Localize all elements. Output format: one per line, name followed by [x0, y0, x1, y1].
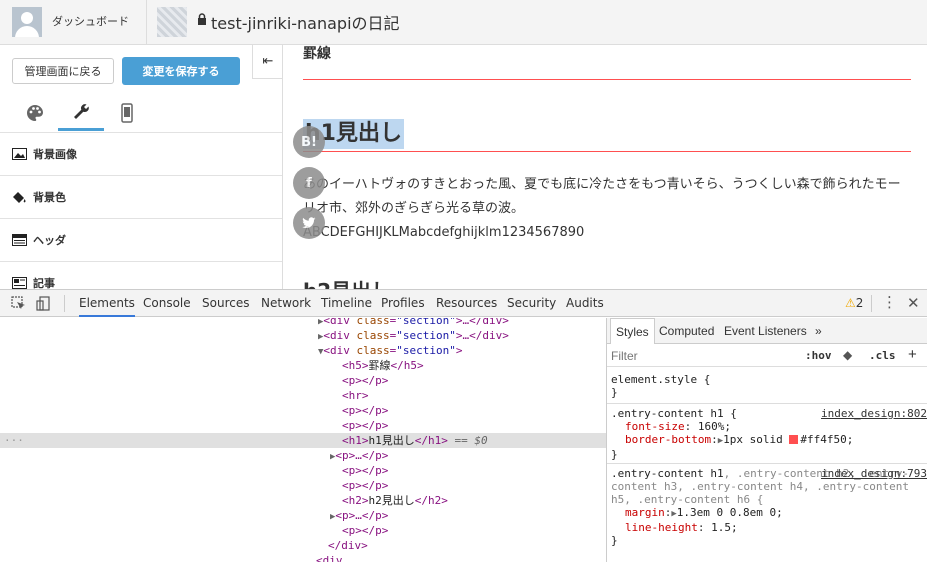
- tab-event-listeners[interactable]: Event Listeners: [724, 318, 807, 344]
- dom-line[interactable]: <p></p>: [0, 418, 606, 433]
- tab-styles[interactable]: Styles: [610, 318, 655, 344]
- back-to-admin-button[interactable]: 管理画面に戻る: [12, 58, 114, 84]
- divider: [871, 295, 872, 312]
- tab-smartphone[interactable]: [104, 95, 150, 131]
- color-swatch[interactable]: [789, 435, 799, 444]
- styles-tabs: Styles Computed Event Listeners »: [607, 318, 927, 344]
- paragraph: あのイーハトヴォのすきとおった風、夏でも底に冷たさをもつ青いそら、うつくしい森で…: [303, 177, 901, 216]
- dom-line[interactable]: <p></p>: [0, 463, 606, 478]
- sidebar-item-label: ヘッダ: [33, 234, 66, 247]
- avatar[interactable]: [12, 7, 42, 37]
- tab-computed[interactable]: Computed: [659, 318, 714, 344]
- header-icon: [12, 234, 27, 246]
- blog-thumbnail: [157, 7, 187, 37]
- tab-profiles[interactable]: Profiles: [381, 290, 425, 317]
- tab-timeline[interactable]: Timeline: [321, 290, 372, 317]
- palette-icon: [27, 105, 44, 121]
- rule-divider: [607, 403, 927, 404]
- sidebar-item-label: 背景色: [33, 191, 66, 204]
- blog-preview: 罫線 h1見出し あのイーハトヴォのすきとおった風、夏でも底に冷たさをもつ青いそ…: [283, 45, 927, 289]
- warning-counter[interactable]: ⚠2: [845, 296, 863, 310]
- source-link[interactable]: index_design:802: [821, 407, 927, 420]
- rule-element-style[interactable]: element.style { }: [611, 373, 927, 399]
- tab-security[interactable]: Security: [507, 290, 556, 317]
- sidebar-item-background-image[interactable]: 背景画像: [0, 132, 282, 175]
- top-bar: ダッシュボード test-jinriki-nanapiの日記: [0, 0, 927, 45]
- save-changes-button[interactable]: 変更を保存する: [122, 57, 240, 85]
- more-options-icon[interactable]: ⋮: [882, 293, 897, 311]
- device-mode-icon[interactable]: [36, 296, 51, 311]
- add-rule-icon[interactable]: +: [908, 346, 917, 363]
- color-format-icon[interactable]: ◆: [843, 348, 852, 362]
- rule-divider: [607, 463, 927, 464]
- mobile-icon: [121, 103, 133, 123]
- dashboard-link[interactable]: ダッシュボード: [52, 13, 129, 29]
- dom-line[interactable]: ▶<p>…</p>: [0, 448, 606, 463]
- heading-h2: h2見出し: [303, 275, 391, 289]
- source-link[interactable]: index_design:793: [821, 467, 927, 480]
- tab-console[interactable]: Console: [143, 290, 191, 317]
- sidebar-item-label: 記事: [33, 277, 55, 289]
- dom-line-selected[interactable]: ··· <h1>h1見出し</h1> == $0: [0, 433, 606, 448]
- hover-toggle[interactable]: :hov: [805, 349, 832, 362]
- tab-sources[interactable]: Sources: [202, 290, 249, 317]
- rule-entry-content-h1[interactable]: index_design:802 .entry-content h1 { fon…: [611, 407, 927, 461]
- dom-line[interactable]: ▶<p>…</p>: [0, 508, 606, 523]
- dom-line[interactable]: <p></p>: [0, 373, 606, 388]
- warning-icon: ⚠: [845, 296, 856, 310]
- filter-input[interactable]: [611, 348, 761, 364]
- dom-line[interactable]: ▼<div class="section">: [0, 343, 606, 358]
- lock-icon: [198, 13, 206, 25]
- warning-count: 2: [855, 296, 864, 310]
- dom-line[interactable]: <h5>罫線</h5>: [0, 358, 606, 373]
- h1-border-bottom: [303, 151, 911, 152]
- tab-resources[interactable]: Resources: [436, 290, 497, 317]
- dom-line[interactable]: ▶<div class="section">…</div>: [0, 318, 606, 328]
- paint-bucket-icon: [12, 191, 27, 203]
- more-tabs-icon[interactable]: »: [815, 318, 822, 344]
- dom-line[interactable]: <h2>h2見出し</h2>: [0, 493, 606, 508]
- filter-row: :hov ◆ .cls +: [607, 345, 927, 367]
- divider: [64, 295, 65, 312]
- article-icon: [12, 277, 27, 289]
- devtools-toolbar: Elements Console Sources Network Timelin…: [0, 290, 927, 317]
- dom-line[interactable]: <p></p>: [0, 403, 606, 418]
- inspect-icon[interactable]: [11, 296, 26, 311]
- twitter-icon[interactable]: [293, 207, 325, 239]
- divider: [146, 0, 147, 45]
- sidebar: 管理画面に戻る 変更を保存する ⇤ 背景画像 背景色 ヘッダ 記事: [0, 45, 283, 289]
- alphabet-line: ABCDEFGHIJKLMabcdefghijklm1234567890: [303, 225, 585, 240]
- sidebar-item-article[interactable]: 記事: [0, 261, 282, 289]
- dom-line[interactable]: </div>: [0, 538, 606, 553]
- dom-line[interactable]: <p></p>: [0, 523, 606, 538]
- tab-design[interactable]: [12, 95, 58, 131]
- tab-customize[interactable]: [58, 95, 104, 131]
- dom-line[interactable]: <hr>: [0, 388, 606, 403]
- wrench-icon: [74, 103, 89, 119]
- tab-network[interactable]: Network: [261, 290, 311, 317]
- bookmark-icon[interactable]: B!: [293, 126, 325, 158]
- facebook-icon[interactable]: f: [293, 167, 325, 199]
- tab-audits[interactable]: Audits: [566, 290, 604, 317]
- dom-line[interactable]: <p></p>: [0, 478, 606, 493]
- sidebar-item-background-color[interactable]: 背景色: [0, 175, 282, 218]
- image-icon: [12, 148, 27, 160]
- collapse-sidebar-icon[interactable]: ⇤: [252, 45, 282, 79]
- styles-pane: Styles Computed Event Listeners » :hov ◆…: [607, 318, 927, 562]
- rule-entry-content-headings[interactable]: index_design:793 .entry-content h1, .ent…: [611, 467, 927, 547]
- blog-title[interactable]: test-jinriki-nanapiの日記: [211, 10, 400, 34]
- sidebar-item-header[interactable]: ヘッダ: [0, 218, 282, 261]
- close-icon[interactable]: ✕: [907, 294, 920, 312]
- sidebar-item-label: 背景画像: [33, 148, 77, 161]
- devtools-panel: Elements Console Sources Network Timelin…: [0, 289, 927, 562]
- h5-underline: [303, 79, 911, 80]
- dom-line[interactable]: ▶<div class="section">…</div>: [0, 328, 606, 343]
- tab-elements[interactable]: Elements: [79, 290, 135, 317]
- class-toggle[interactable]: .cls: [869, 349, 896, 362]
- dom-tree: ▶<div class="section">…</div> ▶<div clas…: [0, 318, 606, 562]
- heading-h5: 罫線: [303, 46, 331, 62]
